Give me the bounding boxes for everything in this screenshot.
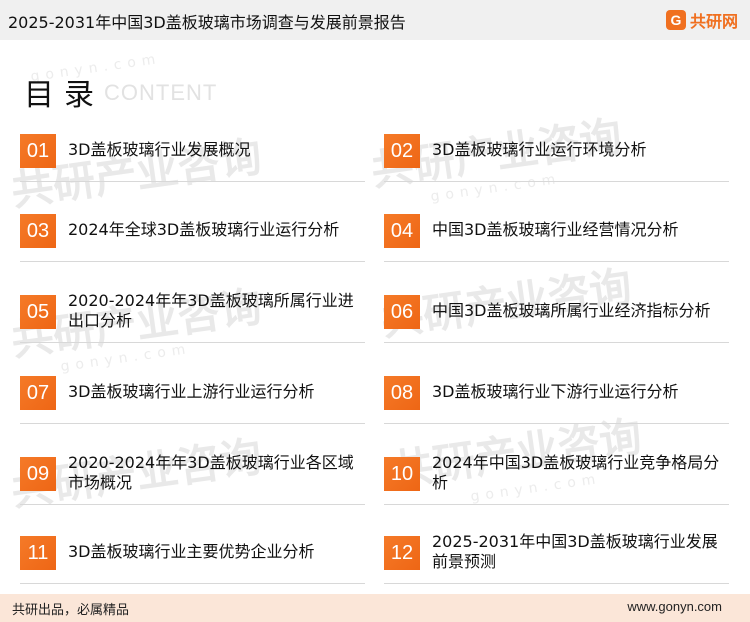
divider (20, 423, 365, 424)
toc-number-badge: 12 (384, 536, 420, 570)
header-bar: 2025-2031年中国3D盖板玻璃市场调查与发展前景报告 G 共研网 (0, 0, 750, 40)
toc-item-04[interactable]: 04 中国3D盖板玻璃行业经营情况分析 (384, 198, 729, 262)
toc-number-badge: 09 (20, 457, 56, 491)
toc-number-badge: 10 (384, 457, 420, 491)
toc-number-badge: 07 (20, 376, 56, 410)
toc-item-03[interactable]: 03 2024年全球3D盖板玻璃行业运行分析 (20, 198, 365, 262)
toc-number-badge: 05 (20, 295, 56, 329)
toc-item-02[interactable]: 02 3D盖板玻璃行业运行环境分析 (384, 118, 729, 182)
toc-item-01[interactable]: 01 3D盖板玻璃行业发展概况 (20, 118, 365, 182)
footer-website-link[interactable]: www.gonyn.com (627, 599, 722, 614)
divider (384, 583, 729, 584)
toc-item-label: 3D盖板玻璃行业发展概况 (68, 140, 251, 159)
toc-number-badge: 03 (20, 214, 56, 248)
divider (20, 504, 365, 505)
toc-item-09[interactable]: 09 2020-2024年年3D盖板玻璃行业各区域市场概况 (20, 441, 365, 505)
divider (384, 423, 729, 424)
toc-number-badge: 06 (384, 295, 420, 329)
toc-item-label: 3D盖板玻璃行业运行环境分析 (432, 140, 647, 159)
toc-item-label: 3D盖板玻璃行业上游行业运行分析 (68, 382, 315, 401)
logo-icon: G (665, 10, 686, 30)
toc-item-12[interactable]: 12 2025-2031年中国3D盖板玻璃行业发展前景预测 (384, 520, 729, 584)
footer-slogan: 共研出品，必属精品 (12, 603, 130, 618)
toc-item-11[interactable]: 11 3D盖板玻璃行业主要优势企业分析 (20, 520, 365, 584)
divider (20, 583, 365, 584)
divider (384, 342, 729, 343)
brand-logo: G 共研网 (665, 8, 738, 32)
toc-item-label: 2020-2024年年3D盖板玻璃所属行业进出口分析 (68, 291, 354, 330)
divider (384, 504, 729, 505)
toc-number-badge: 04 (384, 214, 420, 248)
toc-item-05[interactable]: 05 2020-2024年年3D盖板玻璃所属行业进出口分析 (20, 279, 365, 343)
toc-number-badge: 08 (384, 376, 420, 410)
logo-text: 共研网 (689, 12, 738, 31)
toc-item-label: 2024年中国3D盖板玻璃行业竞争格局分析 (432, 453, 720, 492)
divider (20, 261, 365, 262)
toc-item-label: 中国3D盖板玻璃所属行业经济指标分析 (432, 301, 711, 320)
toc-number-badge: 11 (20, 536, 56, 570)
toc-item-label: 3D盖板玻璃行业主要优势企业分析 (68, 542, 315, 561)
divider (20, 342, 365, 343)
toc-item-label: 2020-2024年年3D盖板玻璃行业各区域市场概况 (68, 453, 354, 492)
divider (384, 261, 729, 262)
toc-item-07[interactable]: 07 3D盖板玻璃行业上游行业运行分析 (20, 360, 365, 424)
toc-number-badge: 02 (384, 134, 420, 168)
toc-item-label: 2024年全球3D盖板玻璃行业运行分析 (68, 220, 340, 239)
toc-heading-en: CONTENT (104, 80, 218, 105)
document-title: 2025-2031年中国3D盖板玻璃市场调查与发展前景报告 (8, 13, 406, 32)
toc-item-label: 中国3D盖板玻璃行业经营情况分析 (432, 220, 679, 239)
toc-item-08[interactable]: 08 3D盖板玻璃行业下游行业运行分析 (384, 360, 729, 424)
toc-item-10[interactable]: 10 2024年中国3D盖板玻璃行业竞争格局分析 (384, 441, 729, 505)
footer-bar: 共研出品，必属精品 www.gonyn.com (0, 594, 750, 622)
toc-item-label: 3D盖板玻璃行业下游行业运行分析 (432, 382, 679, 401)
toc-item-label: 2025-2031年中国3D盖板玻璃行业发展前景预测 (432, 532, 718, 571)
toc-number-badge: 01 (20, 134, 56, 168)
divider (20, 181, 365, 182)
divider (384, 181, 729, 182)
toc-item-06[interactable]: 06 中国3D盖板玻璃所属行业经济指标分析 (384, 279, 729, 343)
toc-heading: 目录 (24, 78, 104, 113)
